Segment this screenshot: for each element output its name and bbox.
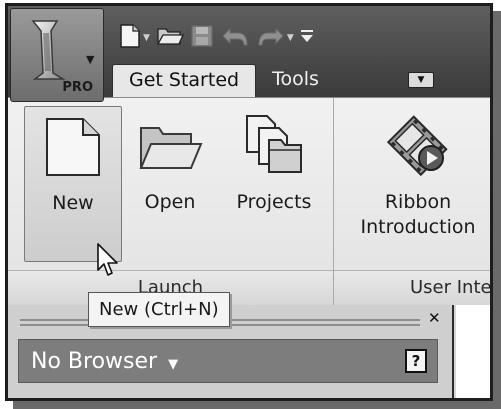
ribbon-introduction-button[interactable]: Ribbon Introduction xyxy=(348,106,488,262)
chevron-down-icon: ▼ xyxy=(417,75,425,85)
browser-header[interactable]: No Browser ▼ ? xyxy=(18,339,438,383)
edition-badge: PRO xyxy=(62,80,93,95)
save-icon xyxy=(190,24,214,52)
workspace-area: ✕ No Browser ▼ ? xyxy=(8,305,490,398)
tab-get-started[interactable]: Get Started xyxy=(112,64,257,97)
chevron-down-icon: ▼ xyxy=(168,357,179,372)
model-browser-panel: ✕ No Browser ▼ ? xyxy=(8,305,454,398)
projects-button[interactable]: Projects xyxy=(224,106,324,262)
open-button-label: Open xyxy=(144,191,196,213)
user-interface-panel: Ribbon Introduction User Interface xyxy=(334,98,490,306)
new-document-icon xyxy=(41,113,105,184)
projects-button-label: Projects xyxy=(236,191,312,213)
new-button-label: New xyxy=(52,192,94,214)
open-folder-icon xyxy=(156,25,184,51)
new-file-icon xyxy=(118,23,142,53)
close-icon[interactable]: ✕ xyxy=(428,309,441,327)
title-bar: ▼ PRO ▼ ▼ Get Started Tools ▼ xyxy=(8,6,490,102)
launch-panel: New Open Projects Launch xyxy=(8,98,334,306)
chevron-down-icon: ▼ xyxy=(286,33,294,43)
ribbon-introduction-label-line2: Introduction xyxy=(360,216,476,238)
mouse-pointer-icon xyxy=(96,242,120,282)
undo-icon xyxy=(220,25,250,51)
help-icon[interactable]: ? xyxy=(405,349,427,373)
qat-open-button[interactable] xyxy=(156,23,184,53)
ribbon-introduction-label: Ribbon Introduction xyxy=(348,190,488,240)
autodesk-inventor-logo-icon xyxy=(23,17,75,87)
open-folder-icon xyxy=(135,112,205,183)
user-interface-panel-title: User Interface xyxy=(334,270,490,306)
ribbon-introduction-label-line1: Ribbon xyxy=(384,191,452,213)
chevron-down-icon: ▼ xyxy=(86,53,95,66)
browser-title[interactable]: No Browser ▼ xyxy=(31,349,178,374)
application-menu-button[interactable]: ▼ PRO xyxy=(10,8,104,102)
open-button[interactable]: Open xyxy=(130,106,210,262)
graphics-window[interactable] xyxy=(456,305,490,398)
tooltip: New (Ctrl+N) xyxy=(88,292,230,327)
application-window: ▼ PRO ▼ ▼ Get Started Tools ▼ New Open P… xyxy=(5,3,493,401)
qat-undo-button[interactable] xyxy=(220,23,250,53)
redo-icon xyxy=(256,25,286,51)
quick-access-toolbar: ▼ ▼ xyxy=(118,20,314,56)
ribbon-panel: New Open Projects Launch Ribbon Introduc… xyxy=(8,97,490,306)
projects-icon xyxy=(241,112,307,183)
ribbon-tabs: Get Started Tools xyxy=(112,64,335,97)
customize-qat-button[interactable] xyxy=(300,23,314,53)
customize-dropdown-icon xyxy=(300,27,314,49)
qat-save-button[interactable] xyxy=(190,23,214,53)
chevron-down-icon: ▼ xyxy=(143,33,150,43)
browser-title-text: No Browser xyxy=(31,349,158,374)
film-play-icon xyxy=(385,112,451,183)
ribbon-minimize-button[interactable]: ▼ xyxy=(408,72,434,88)
tab-tools[interactable]: Tools xyxy=(256,64,335,97)
qat-new-button[interactable]: ▼ xyxy=(118,23,150,53)
qat-redo-button[interactable]: ▼ xyxy=(256,23,294,53)
new-button[interactable]: New xyxy=(24,106,122,262)
